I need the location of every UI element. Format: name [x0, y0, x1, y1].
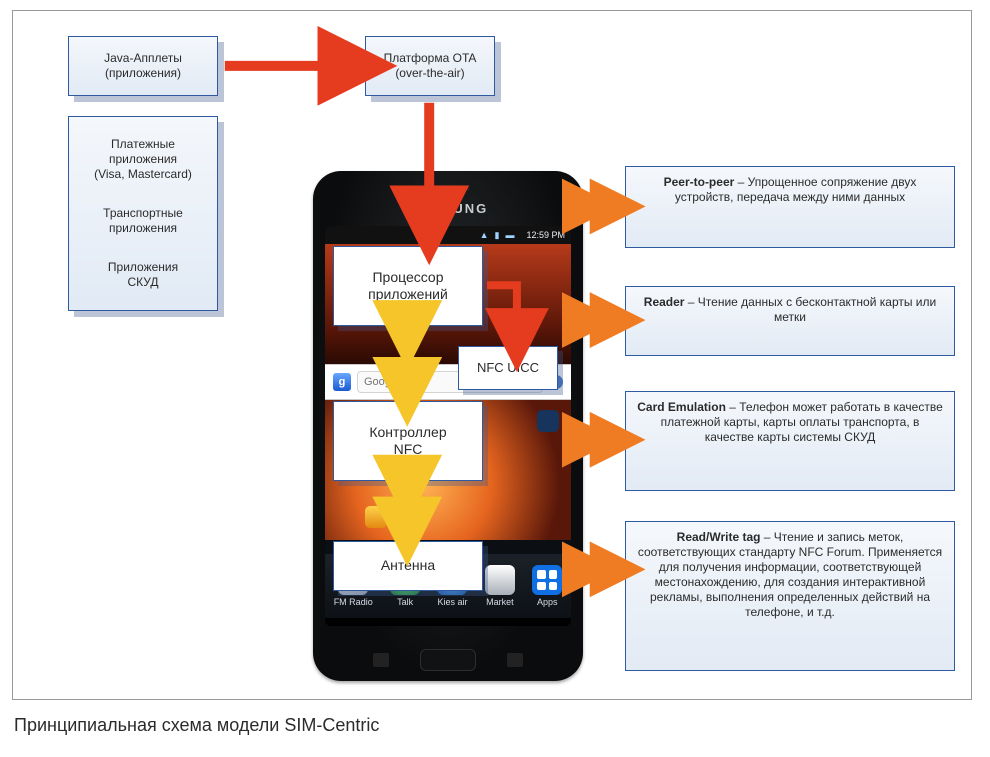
- box-antenna: Антенна: [333, 541, 483, 591]
- panel-p2p: Peer-to-peer – Упрощенное сопряжение дву…: [625, 166, 955, 248]
- app-market: Market: [485, 565, 515, 607]
- proc-l2: приложений: [368, 286, 448, 302]
- google-icon: g: [333, 373, 351, 391]
- antenna-label: Антенна: [381, 557, 435, 575]
- box-java-applets: Java-Апплеты (приложения): [68, 36, 218, 96]
- apps-l4: Транспортные: [103, 206, 183, 220]
- dock-label: Market: [486, 597, 514, 607]
- ota-l2: (over-the-air): [395, 66, 464, 80]
- signal-icon: ▮: [495, 230, 500, 241]
- status-bar: ▲ ▮ ▬ 12:59 PM: [325, 226, 571, 244]
- home-button: [420, 649, 476, 671]
- proc-l1: Процессор: [372, 269, 443, 285]
- widget-icon: [537, 410, 559, 432]
- java-applets-l2: (приложения): [105, 66, 181, 80]
- uicc-label: NFC UICC: [477, 360, 539, 376]
- reader-bold: Reader: [644, 295, 685, 309]
- widget-icon: [405, 506, 427, 528]
- apps-l6: Приложения: [108, 260, 178, 274]
- phone-brand: SAMSUNG: [313, 201, 583, 216]
- app-apps: Apps: [532, 565, 562, 607]
- panel-read-write: Read/Write tag – Чтение и запись меток, …: [625, 521, 955, 671]
- apps-l3: (Visa, Mastercard): [94, 167, 192, 181]
- market-icon: [485, 565, 515, 595]
- apps-l1: Платежные: [111, 137, 175, 151]
- widget-icon: [365, 506, 387, 528]
- ce-bold: Card Emulation: [637, 400, 726, 414]
- figure-caption: Принципиальная схема модели SIM-Centric: [14, 715, 379, 736]
- status-time: 12:59 PM: [526, 230, 565, 240]
- wifi-icon: ▲: [480, 230, 489, 240]
- dock-label: Apps: [537, 597, 558, 607]
- box-nfc-controller: Контроллер NFC: [333, 401, 483, 481]
- panel-card-emulation: Card Emulation – Телефон может работать …: [625, 391, 955, 491]
- battery-icon: ▬: [505, 230, 514, 240]
- box-ota: Платформа OTA (over-the-air): [365, 36, 495, 96]
- box-app-processor: Процессор приложений: [333, 246, 483, 326]
- phone-speaker: [426, 185, 470, 191]
- box-nfc-uicc: NFC UICC: [458, 346, 558, 390]
- dock-label: Kies air: [437, 597, 467, 607]
- dock-label: FM Radio: [334, 597, 373, 607]
- box-applications: Платежные приложения (Visa, Mastercard) …: [68, 116, 218, 311]
- ota-l1: Платформа OTA: [384, 51, 477, 65]
- reader-text: – Чтение данных с бесконтактной карты ил…: [684, 295, 936, 324]
- softkey-menu-icon: [373, 653, 389, 667]
- softkey-back-icon: [507, 653, 523, 667]
- apps-l2: приложения: [109, 152, 177, 166]
- rw-bold: Read/Write tag: [677, 530, 761, 544]
- apps-l5: приложения: [109, 221, 177, 235]
- ctrl-l1: Контроллер: [369, 424, 446, 440]
- dock-label: Talk: [397, 597, 413, 607]
- ctrl-l2: NFC: [394, 441, 423, 457]
- p2p-bold: Peer-to-peer: [664, 175, 735, 189]
- apps-icon: [532, 565, 562, 595]
- java-applets-l1: Java-Апплеты: [104, 51, 182, 65]
- apps-l7: СКУД: [127, 275, 158, 289]
- panel-reader: Reader – Чтение данных с бесконтактной к…: [625, 286, 955, 356]
- diagram-frame: Java-Апплеты (приложения) Платежные прил…: [12, 10, 972, 700]
